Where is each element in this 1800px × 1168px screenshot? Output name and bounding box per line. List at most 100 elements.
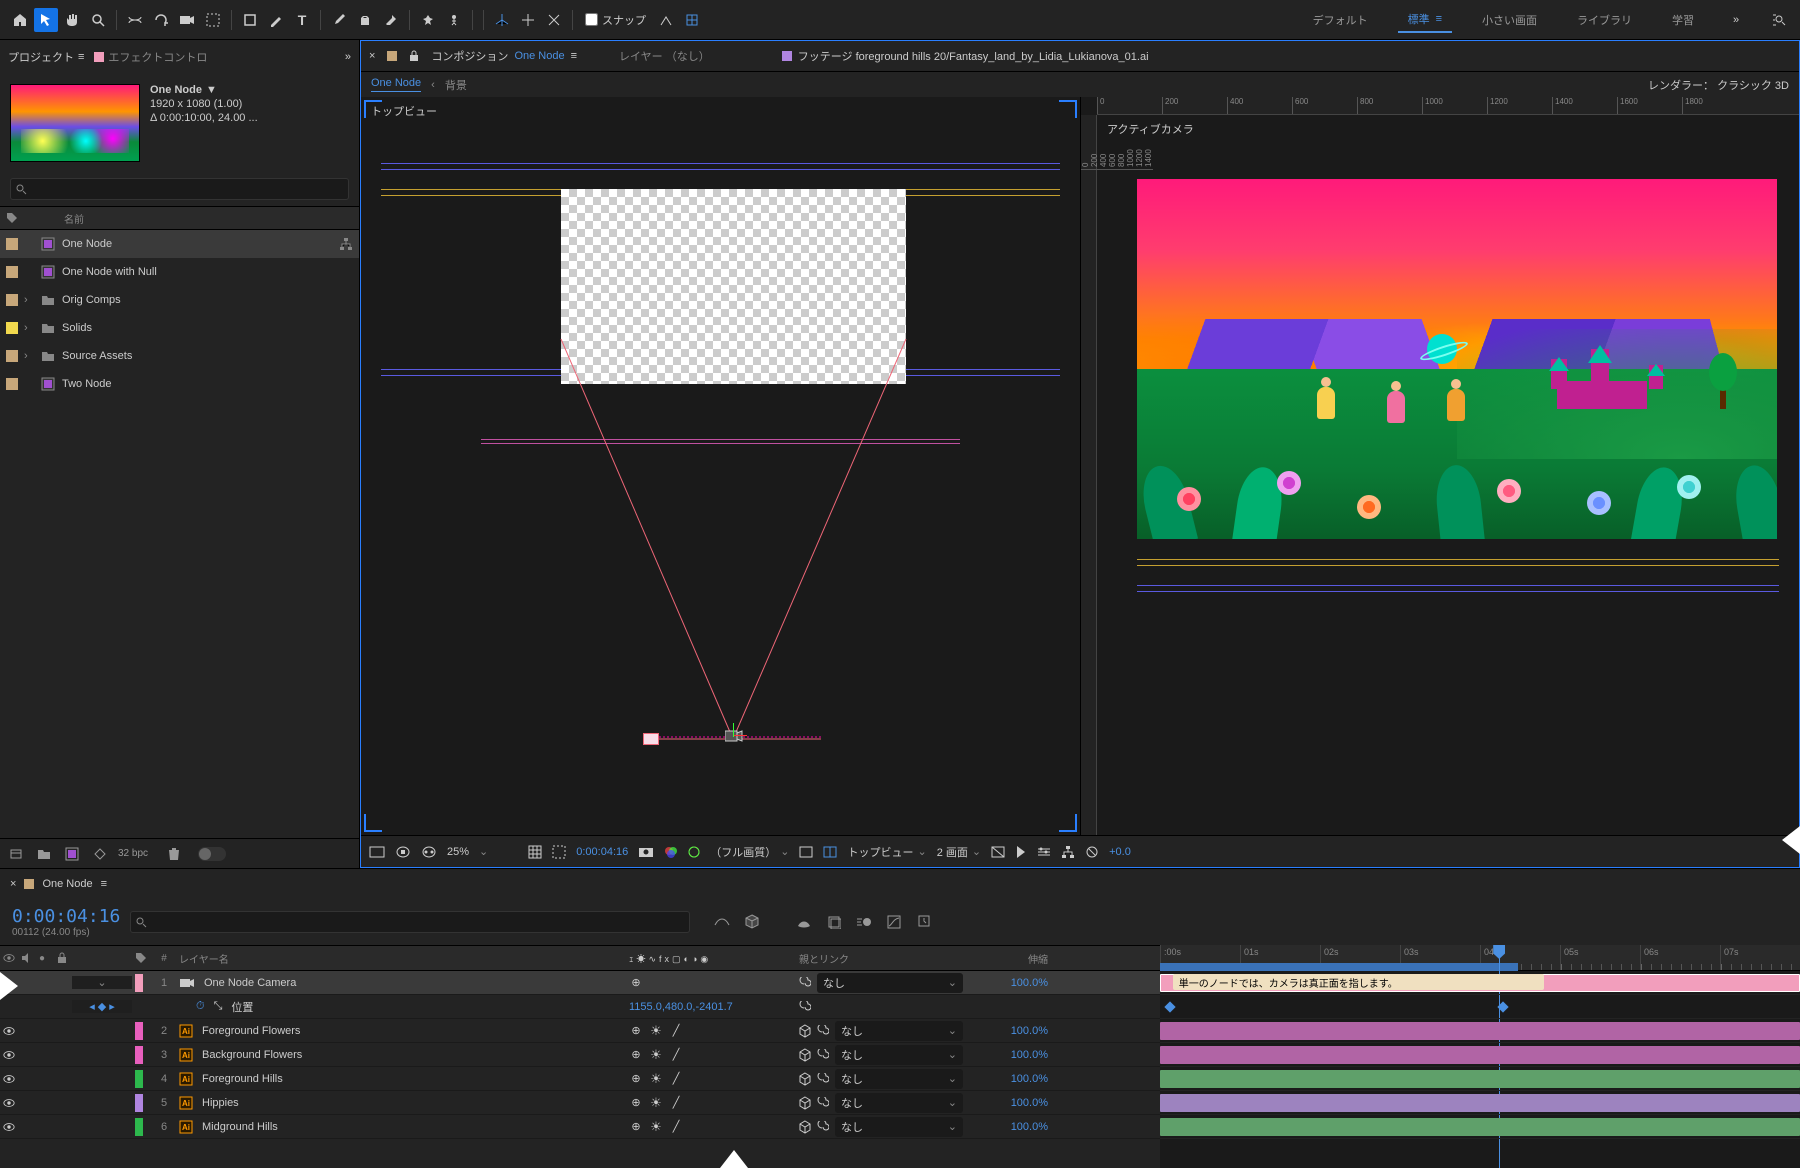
layer-switches[interactable]: ⊕☀╱ [626,1095,796,1111]
workspace-tab[interactable]: 学習 [1662,8,1704,32]
reset-exposure-icon[interactable] [1085,845,1099,859]
parent-dropdown[interactable]: なし⌄ [835,1117,963,1137]
project-item[interactable]: One Node with Null [0,258,359,286]
3d-cube-icon[interactable] [799,1072,811,1086]
pickwhip-icon[interactable] [817,1073,829,1085]
layer-comment[interactable]: 単一のノードでは、カメラは真正面を指します。 [1173,974,1544,990]
pickwhip-icon[interactable] [799,977,811,989]
world-axis-icon[interactable] [516,8,540,32]
parent-dropdown[interactable]: なし⌄ [835,1093,963,1113]
layer-name[interactable]: Ai Hippies [176,1096,626,1110]
keyframe-icon[interactable] [1165,1001,1176,1012]
new-folder-icon[interactable] [34,844,54,864]
stretch-value[interactable]: 100.0% [966,1121,1056,1133]
eraser-tool-icon[interactable] [379,8,403,32]
project-search-input[interactable] [10,178,349,200]
expand-arrow-icon[interactable]: › [24,294,34,306]
renderer-label[interactable]: レンダラー： クラシック 3D [1648,77,1789,93]
timeline-icon[interactable] [1037,846,1051,858]
lock-col-icon[interactable] [54,952,72,964]
zoom-value[interactable]: 25% [447,846,469,858]
camera-handle[interactable] [643,733,659,745]
draft3d-icon[interactable] [742,912,762,932]
3d-icon[interactable] [421,845,437,859]
magnify-icon[interactable] [369,846,385,858]
layer-color-swatch[interactable] [135,1118,143,1136]
layer-name[interactable]: One Node Camera [176,977,626,989]
panel-arrow-left[interactable] [0,972,18,1000]
layer-bar[interactable] [1160,1046,1800,1064]
timeline-bar-row[interactable] [1160,1043,1800,1067]
rotate-tool-icon[interactable] [149,8,173,32]
parent-dropdown[interactable]: なし⌄ [835,1045,963,1065]
search-pref-icon[interactable] [1768,8,1792,32]
layer-color-swatch[interactable] [135,1046,143,1064]
workspace-tab-active[interactable]: 標準≡ [1398,7,1452,33]
active-camera-pane[interactable]: 020040060080010001200140016001800 020040… [1081,97,1799,835]
top-view-pane[interactable]: トップビュー [361,97,1081,835]
workspace-tab[interactable]: 小さい画面 [1472,8,1547,32]
comp-mini-flow-icon[interactable] [712,912,732,932]
pickwhip-icon[interactable] [817,1121,829,1133]
snap-opt2-icon[interactable] [680,8,704,32]
timeline-bar-row[interactable] [1160,1019,1800,1043]
clone-tool-icon[interactable] [353,8,377,32]
panel-arrow-right[interactable] [1782,826,1800,854]
close-tab-icon[interactable]: × [10,878,16,890]
layer-row[interactable]: 3 Ai Background Flowers ⊕☀╱ なし⌄ 100.0% [0,1043,1160,1067]
workspace-tab[interactable]: ライブラリ [1567,8,1642,32]
stretch-value[interactable]: 100.0% [966,1025,1056,1037]
zoom-tool-icon[interactable] [86,8,110,32]
timeline-graph[interactable]: :00s01s02s03s04s05s06s07s 単一のノードでは、カメラは真… [1160,945,1800,1168]
expand-arrow-icon[interactable]: › [24,322,34,334]
pickwhip-icon[interactable] [817,1049,829,1061]
layer-switches[interactable]: ⊕ [626,976,796,989]
keyframe-nav[interactable]: ◂ ◆ ▸ [72,1000,132,1013]
layer-switches[interactable]: ⊕☀╱ [626,1071,796,1087]
layer-switches[interactable]: ⊕☀╱ [626,1047,796,1063]
workspace-overflow-icon[interactable]: » [1724,8,1748,32]
project-item[interactable]: One Node [0,230,359,258]
pan-behind-tool-icon[interactable] [201,8,225,32]
footage-tab[interactable]: フッテージ foreground hills 20/Fantasy_land_b… [782,48,1149,64]
3d-cube-icon[interactable] [799,1048,811,1062]
layer-row[interactable]: 6 Ai Midground Hills ⊕☀╱ なし⌄ 100.0% [0,1115,1160,1139]
layer-name[interactable]: Ai Foreground Hills [176,1072,626,1086]
comp-tab[interactable]: コンポジション One Node ≡ [431,48,577,64]
layer-bar[interactable] [1160,1070,1800,1088]
selection-tool-icon[interactable] [34,8,58,32]
stretch-value[interactable]: 100.0% [966,1049,1056,1061]
timeline-tab[interactable]: One Node [42,878,92,890]
panel-arrow-bottom[interactable] [720,1150,748,1168]
shy-icon[interactable] [794,912,814,932]
interpret-icon[interactable] [6,844,26,864]
property-name[interactable]: ⏱ ⤡ 位置 [176,999,626,1015]
layer-name[interactable]: Ai Foreground Flowers [176,1024,626,1038]
layer-switches[interactable]: ⊕☀╱ [626,1023,796,1039]
project-item[interactable]: Two Node [0,370,359,398]
visibility-toggle[interactable] [0,1098,18,1108]
timeline-bar-row[interactable] [1160,1091,1800,1115]
stretch-value[interactable]: 100.0% [966,977,1056,989]
stretch-value[interactable]: 100.0% [966,1097,1056,1109]
layer-bar[interactable] [1160,1022,1800,1040]
toggle-switch[interactable] [198,847,226,861]
project-tab[interactable]: プロジェクト ≡ [8,49,82,65]
camera-icon[interactable] [725,729,743,743]
visibility-toggle[interactable] [0,1026,18,1036]
layer-row[interactable]: ⌄ 1 One Node Camera ⊕ なし⌄ 100.0% [0,971,1160,995]
layer-color-swatch[interactable] [135,974,143,992]
local-axis-icon[interactable] [490,8,514,32]
brush-tool-icon[interactable] [327,8,351,32]
chevron-left-icon[interactable]: ‹ [431,79,435,91]
solo-col-icon[interactable]: ● [36,953,54,964]
audio-col-icon[interactable] [18,952,36,964]
rectangle-tool-icon[interactable] [238,8,262,32]
parent-link[interactable]: なし⌄ [796,1045,966,1065]
effect-controls-tab[interactable]: エフェクトコントロ [94,49,207,65]
marker-icon[interactable] [914,912,934,932]
comp-thumbnail[interactable] [10,84,140,162]
frame-blend-icon[interactable] [824,912,844,932]
parent-dropdown[interactable]: なし⌄ [835,1069,963,1089]
parent-link[interactable]: なし⌄ [796,1069,966,1089]
